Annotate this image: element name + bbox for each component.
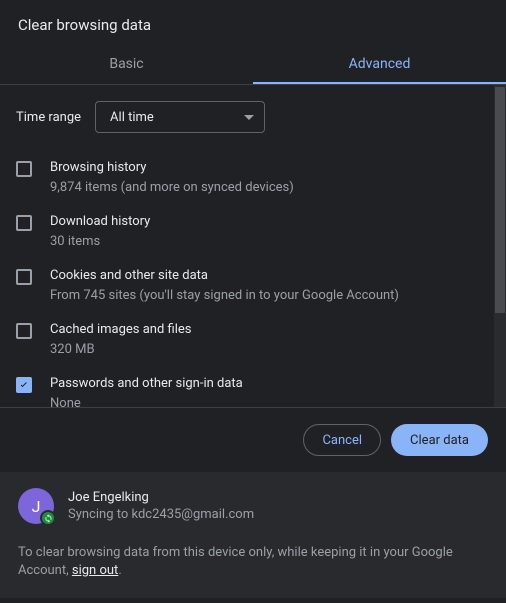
time-range-value: All time [110, 110, 154, 125]
checkbox-passwords[interactable] [16, 377, 32, 393]
option-subtitle: 9,874 items (and more on synced devices) [50, 179, 294, 197]
dialog-title: Clear browsing data [0, 0, 506, 44]
option-cached: Cached images and files 320 MB [14, 313, 492, 367]
sync-icon [40, 510, 56, 526]
time-range-select[interactable]: All time [95, 101, 265, 133]
tab-basic[interactable]: Basic [0, 44, 253, 84]
option-title: Browsing history [50, 159, 294, 177]
option-download-history: Download history 30 items [14, 205, 492, 259]
chevron-down-icon [244, 115, 254, 120]
clear-data-button[interactable]: Clear data [391, 424, 488, 456]
account-name: Joe Engelking [68, 490, 254, 505]
footer-note: To clear browsing data from this device … [0, 540, 506, 598]
checkbox-cookies[interactable] [16, 269, 32, 285]
time-range-label: Time range [16, 110, 81, 125]
sign-out-link[interactable]: sign out [72, 563, 118, 578]
tab-advanced[interactable]: Advanced [253, 44, 506, 84]
option-cookies: Cookies and other site data From 745 sit… [14, 259, 492, 313]
scrollbar-thumb[interactable] [495, 87, 505, 313]
option-browsing-history: Browsing history 9,874 items (and more o… [14, 151, 492, 205]
option-subtitle: 30 items [50, 233, 150, 251]
option-title: Download history [50, 213, 150, 231]
option-subtitle: 320 MB [50, 341, 191, 359]
dialog-actions: Cancel Clear data [0, 407, 506, 472]
option-title: Cookies and other site data [50, 267, 399, 285]
time-range-row: Time range All time [14, 95, 492, 151]
avatar: J [18, 488, 54, 524]
scrollbar[interactable] [494, 85, 506, 407]
account-sync-status: Syncing to kdc2435@gmail.com [68, 507, 254, 522]
checkbox-download-history[interactable] [16, 215, 32, 231]
footer-text-end: . [118, 563, 121, 578]
options-scroll-area: Time range All time Browsing history 9,8… [0, 85, 506, 407]
option-title: Cached images and files [50, 321, 191, 339]
tabs: Basic Advanced [0, 44, 506, 85]
option-subtitle: From 745 sites (you'll stay signed in to… [50, 287, 399, 305]
account-section: J Joe Engelking Syncing to kdc2435@gmail… [0, 472, 506, 540]
option-title: Passwords and other sign-in data [50, 375, 243, 393]
checkbox-cached[interactable] [16, 323, 32, 339]
checkbox-browsing-history[interactable] [16, 161, 32, 177]
clear-browsing-data-dialog: Clear browsing data Basic Advanced Time … [0, 0, 506, 603]
option-subtitle: None [50, 395, 243, 407]
option-passwords: Passwords and other sign-in data None [14, 367, 492, 407]
cancel-button[interactable]: Cancel [303, 424, 381, 456]
